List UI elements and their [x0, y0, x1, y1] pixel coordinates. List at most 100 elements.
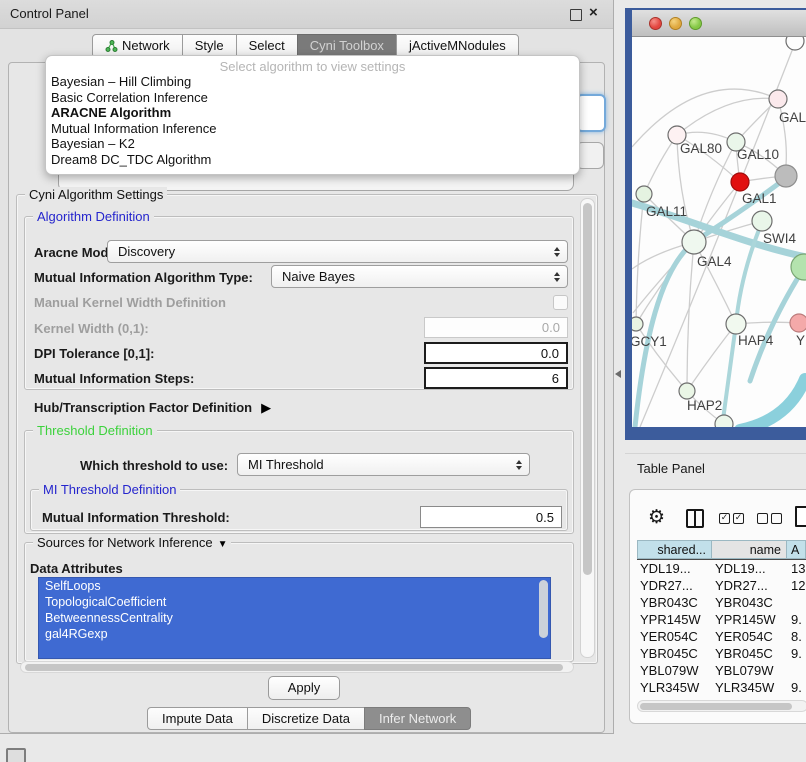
mi-threshold-value: 0.5 [536, 510, 554, 525]
network-graph: GAL GAL80 GAL10 GAL1 GAL11 SWI4 GAL4 GCY… [632, 37, 806, 427]
svg-text:GCY1: GCY1 [632, 334, 667, 349]
zoom-window-button[interactable] [689, 17, 702, 30]
tab-network-label: Network [122, 35, 170, 57]
node-gal1-selected[interactable] [731, 173, 749, 191]
table-row[interactable]: YBR045CYBR045C9. [637, 645, 806, 662]
close-window-button[interactable] [649, 17, 662, 30]
show-columns-icon[interactable] [686, 509, 704, 528]
settings-horizontal-scrollbar[interactable] [20, 661, 574, 673]
algorithm-option-selected[interactable]: ARACNE Algorithm [46, 105, 579, 121]
panel-title: Control Panel [10, 6, 89, 21]
table-hscrollbar-thumb[interactable] [640, 703, 792, 710]
select-all-checkbox-icon[interactable]: ✓ [719, 513, 730, 524]
dpi-tolerance-field[interactable]: 0.0 [424, 342, 568, 364]
deselect-all-checkbox-icon2[interactable] [771, 513, 782, 524]
manual-kernel-checkbox[interactable] [553, 295, 568, 310]
apply-button[interactable]: Apply [268, 676, 340, 700]
network-window-titlebar[interactable] [632, 10, 806, 37]
node-pink-right[interactable] [790, 314, 806, 332]
mi-steps-label: Mutual Information Steps: [34, 371, 194, 386]
settings-hscrollbar-thumb[interactable] [25, 664, 563, 671]
table-settings-gear-icon[interactable]: ⚙ [648, 506, 665, 528]
node-partial-bottom[interactable] [715, 415, 733, 427]
svg-text:SWI4: SWI4 [763, 231, 796, 246]
table-row[interactable]: YBR043CYBR043C [637, 594, 806, 611]
node-attribute-table[interactable]: shared... name A YDL19...YDL19...13 YDR2… [637, 540, 806, 699]
node-swi4[interactable] [752, 211, 772, 231]
table-row[interactable]: YBL079WYBL079W [637, 662, 806, 679]
close-panel-icon[interactable]: × [589, 4, 598, 21]
algorithm-option[interactable]: Bayesian – Hill Climbing [46, 74, 579, 90]
table-horizontal-scrollbar[interactable] [637, 700, 806, 712]
table-row[interactable]: YER054CYER054C8. [637, 628, 806, 645]
algorithm-option[interactable]: Dream8 DC_TDC Algorithm [46, 152, 579, 168]
algorithm-option[interactable]: Basic Correlation Inference [46, 90, 579, 106]
list-item[interactable]: BetweennessCentrality [39, 610, 550, 626]
float-panel-icon[interactable] [570, 9, 582, 21]
svg-text:GAL11: GAL11 [646, 204, 687, 219]
minimize-window-button[interactable] [669, 17, 682, 30]
hidden-combo-focused-fragment[interactable] [576, 94, 606, 132]
minimized-panel-icon[interactable] [6, 748, 26, 762]
node-hap4[interactable] [726, 314, 746, 334]
tab-infer-network[interactable]: Infer Network [364, 707, 471, 730]
algorithm-option[interactable]: Mutual Information Inference [46, 121, 579, 137]
table-header-row: shared... name A [637, 540, 806, 560]
table-row[interactable]: YIL052CYIL052C9. [637, 696, 806, 699]
table-row[interactable]: YPR145WYPR145W9. [637, 611, 806, 628]
mi-steps-field[interactable]: 6 [424, 367, 568, 389]
settings-scrollbar-thumb[interactable] [583, 203, 592, 575]
network-view-window: GAL GAL80 GAL10 GAL1 GAL11 SWI4 GAL4 GCY… [625, 8, 806, 440]
sources-group-title[interactable]: Sources for Network Inference▼ [33, 535, 231, 550]
popup-placeholder: Select algorithm to view settings [46, 59, 579, 74]
svg-text:GAL: GAL [779, 110, 806, 125]
tab-impute-data[interactable]: Impute Data [147, 707, 248, 730]
node-gray[interactable] [775, 165, 797, 187]
mi-threshold-group-title: MI Threshold Definition [39, 482, 180, 497]
data-attributes-list[interactable]: SelfLoops TopologicalCoefficient Between… [38, 577, 551, 659]
table-panel-divider [625, 453, 806, 454]
list-item[interactable]: gal4RGexp [39, 626, 550, 642]
network-canvas[interactable]: GAL GAL80 GAL10 GAL1 GAL11 SWI4 GAL4 GCY… [632, 37, 806, 427]
aracne-mode-combo[interactable]: Discovery [107, 240, 568, 263]
data-attributes-label: Data Attributes [30, 561, 123, 576]
mi-type-label: Mutual Information Algorithm Type: [34, 270, 253, 285]
node-gal11[interactable] [636, 186, 652, 202]
table-row[interactable]: YLR345WYLR345W9. [637, 679, 806, 696]
export-table-icon[interactable] [795, 506, 806, 527]
column-header[interactable]: A [787, 540, 806, 559]
column-header[interactable]: shared... [637, 540, 712, 559]
splitter-collapse-arrow[interactable] [615, 370, 621, 378]
node-gal4[interactable] [682, 230, 706, 254]
node-green-right[interactable] [791, 254, 806, 280]
threshold-definition-title: Threshold Definition [33, 423, 157, 438]
svg-text:GAL10: GAL10 [737, 147, 779, 162]
kernel-width-value: 0.0 [542, 320, 560, 335]
table-row[interactable]: YDR27...YDR27...12 [637, 577, 806, 594]
which-threshold-combo[interactable]: MI Threshold [237, 453, 530, 476]
deselect-all-checkbox-icon[interactable] [757, 513, 768, 524]
hub-definition-toggle[interactable]: Hub/Transcription Factor Definition▶ [34, 400, 271, 416]
tab-discretize-data[interactable]: Discretize Data [247, 707, 365, 730]
attributes-scrollbar-thumb[interactable] [539, 580, 548, 638]
stepper-icon [516, 460, 522, 470]
dpi-tolerance-label: DPI Tolerance [0,1]: [34, 346, 154, 361]
node-gal-top[interactable] [769, 90, 787, 108]
hidden-combo-fragment[interactable] [576, 142, 604, 169]
node-gcy1[interactable] [632, 317, 643, 331]
algorithm-option[interactable]: Bayesian – K2 [46, 136, 579, 152]
list-item[interactable]: TopologicalCoefficient [39, 594, 550, 610]
settings-vertical-scrollbar[interactable] [580, 198, 595, 658]
column-header[interactable]: name [712, 540, 787, 559]
tab-jactivemnodules-label: jActiveMNodules [409, 35, 506, 57]
node-partial-top[interactable] [786, 37, 804, 50]
which-threshold-value: MI Threshold [248, 457, 516, 472]
collapsed-arrow-icon: ▶ [261, 400, 271, 416]
kernel-width-field[interactable]: 0.0 [424, 317, 568, 338]
mi-type-combo[interactable]: Naive Bayes [271, 265, 568, 288]
node-hap2[interactable] [679, 383, 695, 399]
list-item[interactable]: SelfLoops [39, 578, 550, 594]
table-row[interactable]: YDL19...YDL19...13 [637, 560, 806, 577]
mi-threshold-field[interactable]: 0.5 [420, 506, 562, 528]
select-all-checkbox-icon2[interactable]: ✓ [733, 513, 744, 524]
